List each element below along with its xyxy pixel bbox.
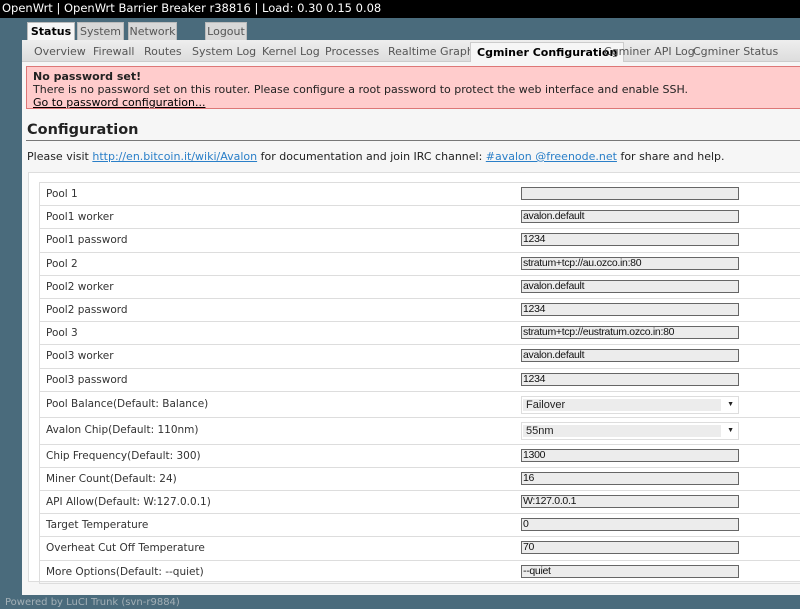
field-label: Pool 2 xyxy=(46,257,78,270)
config-row: Pool 1 xyxy=(40,183,800,207)
field-label: Pool Balance(Default: Balance) xyxy=(46,397,209,410)
sub-tabs: Overview Firewall Routes System Log Kern… xyxy=(22,40,800,62)
header-title: OpenWrt | OpenWrt Barrier Breaker r38816… xyxy=(0,0,800,18)
field-input[interactable]: 16 xyxy=(521,471,739,485)
subtab-processes[interactable]: Processes xyxy=(325,42,379,62)
field-input[interactable]: 1234 xyxy=(521,302,739,316)
config-row: API Allow(Default: W:127.0.0.1) W:127.0.0… xyxy=(40,491,800,515)
field-label: Pool2 password xyxy=(46,303,128,316)
tab-network[interactable]: Network xyxy=(128,22,177,41)
content-panel: Overview Firewall Routes System Log Kern… xyxy=(22,40,800,595)
divider xyxy=(26,140,800,141)
field-label: More Options(Default: --quiet) xyxy=(46,565,204,578)
intro-mid: for documentation and join IRC channel: xyxy=(257,150,486,163)
field-input[interactable]: 1234 xyxy=(521,233,739,247)
subtab-kernel-log[interactable]: Kernel Log xyxy=(262,42,320,62)
config-row: Pool1 worker avalon.default xyxy=(40,206,800,230)
field-label: Pool1 worker xyxy=(46,211,114,224)
field-label: Chip Frequency(Default: 300) xyxy=(46,449,201,462)
select-value: Failover xyxy=(526,398,566,411)
config-rows: Pool 1 Pool1 worker avalon.default Pool1 pa… xyxy=(39,182,800,584)
subtab-overview[interactable]: Overview xyxy=(34,42,86,62)
subtab-cgminer-api-log[interactable]: Cgminer API Log xyxy=(604,42,695,62)
config-row: Pool3 password 1234 xyxy=(40,369,800,392)
wiki-link[interactable]: http://en.bitcoin.it/wiki/Avalon xyxy=(92,150,257,163)
config-row: Pool3 worker avalon.default xyxy=(40,345,800,369)
select-value: 55nm xyxy=(526,425,554,438)
field-input[interactable]: stratum+tcp://au.ozco.in:80 xyxy=(521,256,739,270)
tab-status[interactable]: Status xyxy=(27,22,75,42)
tab-logout[interactable]: Logout xyxy=(205,22,247,41)
field-label: Pool2 worker xyxy=(46,280,114,293)
page-title: Configuration xyxy=(27,122,139,138)
config-row: Pool2 password 1234 xyxy=(40,299,800,323)
subtab-cgminer-configuration[interactable]: Cgminer Configuration xyxy=(470,42,625,62)
field-label: Pool 1 xyxy=(46,188,78,200)
field-input[interactable]: --quiet xyxy=(521,564,739,578)
field-label: Pool1 password xyxy=(46,234,128,247)
intro-post: for share and help. xyxy=(616,150,725,163)
intro-pre: Please visit xyxy=(27,150,93,163)
alert-text: There is no password set on this router.… xyxy=(33,83,689,96)
config-row: Pool1 password 1234 xyxy=(40,229,800,253)
field-label: API Allow(Default: W:127.0.0.1) xyxy=(46,496,211,509)
subtab-routes[interactable]: Routes xyxy=(144,42,182,62)
config-row: Miner Count(Default: 24) 16 xyxy=(40,468,800,492)
field-label: Target Temperature xyxy=(46,519,149,532)
field-input[interactable]: 70 xyxy=(521,541,739,555)
footer: Powered by LuCI Trunk (svn-r9884) xyxy=(5,597,180,608)
config-row: Pool2 worker avalon.default xyxy=(40,276,800,299)
subtab-system-log[interactable]: System Log xyxy=(192,42,256,62)
field-input[interactable]: 0 xyxy=(521,518,739,532)
config-row: Overheat Cut Off Temperature 70 xyxy=(40,537,800,561)
subtab-realtime-graphs[interactable]: Realtime Graphs xyxy=(388,42,480,62)
config-row: Avalon Chip(Default: 110nm) 55nm ▼ xyxy=(40,418,800,445)
config-fieldset: Pool 1 Pool1 worker avalon.default Pool1 pa… xyxy=(28,172,800,584)
field-select[interactable]: 55nm ▼ xyxy=(521,422,739,441)
subtab-cgminer-status[interactable]: Cgminer Status xyxy=(693,42,778,62)
subtab-firewall[interactable]: Firewall xyxy=(93,42,134,62)
field-input[interactable]: avalon.default xyxy=(521,279,739,293)
field-input[interactable]: 1234 xyxy=(521,372,739,386)
tab-system[interactable]: System xyxy=(77,22,124,41)
field-label: Pool 3 xyxy=(46,327,78,340)
chevron-down-icon: ▼ xyxy=(727,400,734,408)
config-row: Pool 2 stratum+tcp://au.ozco.in:80 xyxy=(40,253,800,276)
config-row: Pool Balance(Default: Balance) Failover ▼ xyxy=(40,392,800,419)
field-input[interactable]: stratum+tcp://eustratum.ozco.in:80 xyxy=(521,326,739,340)
field-label: Miner Count(Default: 24) xyxy=(46,472,177,485)
config-row: Chip Frequency(Default: 300) 1300 xyxy=(40,445,800,468)
irc-link[interactable]: #avalon @freenode.net xyxy=(486,150,617,163)
password-config-link[interactable]: Go to password configuration... xyxy=(33,96,205,109)
chevron-down-icon: ▼ xyxy=(727,427,734,435)
field-label: Overheat Cut Off Temperature xyxy=(46,542,205,555)
config-row: Target Temperature 0 xyxy=(40,514,800,538)
config-row: More Options(Default: --quiet) --quiet xyxy=(40,561,800,584)
field-label: Avalon Chip(Default: 110nm) xyxy=(46,424,199,437)
intro-text: Please visit http://en.bitcoin.it/wiki/A… xyxy=(27,150,725,163)
field-label: Pool3 worker xyxy=(46,350,114,363)
no-password-alert: No password set! There is no password se… xyxy=(26,66,800,109)
field-label: Pool3 password xyxy=(46,373,128,386)
config-row: Pool 3 stratum+tcp://eustratum.ozco.in:80 xyxy=(40,322,800,346)
alert-title: No password set! xyxy=(33,70,142,83)
field-input[interactable]: avalon.default xyxy=(521,210,739,224)
field-input[interactable]: avalon.default xyxy=(521,349,739,363)
field-input[interactable]: 1300 xyxy=(521,448,739,462)
field-input[interactable]: W:127.0.0.1 xyxy=(521,495,739,509)
field-select[interactable]: Failover ▼ xyxy=(521,395,739,414)
field-input[interactable] xyxy=(521,187,739,200)
